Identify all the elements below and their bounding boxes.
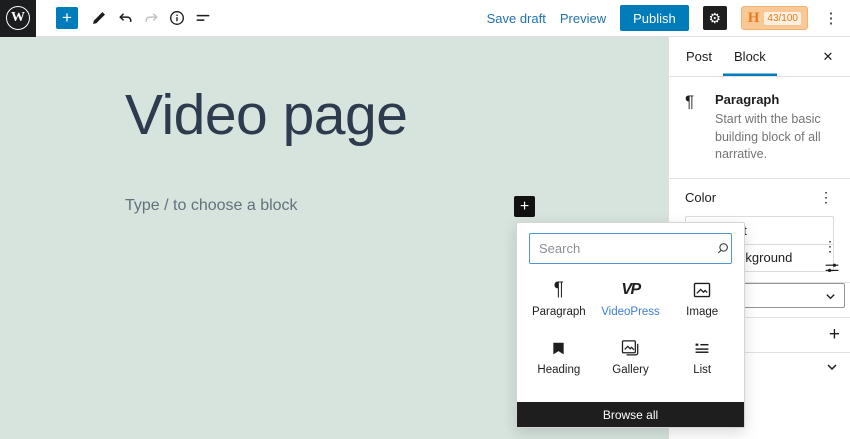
search-input[interactable] — [539, 241, 715, 256]
more-vertical-icon: ⋮ — [819, 189, 833, 205]
wordpress-editor: W + Save draft Preview Publish ⚙ H 43/10… — [0, 0, 850, 439]
sidebar-tabs: Post Block ✕ — [669, 37, 850, 77]
save-draft-button[interactable]: Save draft — [487, 11, 546, 26]
headline-score-value: 43/100 — [764, 11, 801, 25]
more-vertical-icon: ⋮ — [823, 10, 839, 27]
block-label: Image — [686, 306, 719, 318]
block-inserter-button[interactable]: + — [514, 195, 535, 217]
typography-options-button[interactable]: ⋮ — [822, 238, 838, 255]
list-icon — [691, 335, 713, 361]
block-label: Paragraph — [531, 306, 586, 318]
color-panel-heading: Color — [685, 190, 717, 205]
headline-h-icon: H — [747, 9, 760, 26]
publish-button[interactable]: Publish — [620, 5, 689, 31]
typography-settings-button[interactable] — [824, 260, 840, 276]
block-info-card: ¶ Paragraph Start with the basic buildin… — [669, 77, 850, 179]
tab-block[interactable]: Block — [723, 37, 777, 76]
options-menu-button[interactable]: ⋮ — [822, 9, 840, 27]
list-view-icon — [194, 9, 212, 27]
plus-icon: + — [62, 8, 72, 27]
chevron-down-icon — [826, 361, 838, 373]
close-icon: ✕ — [822, 49, 834, 64]
undo-button[interactable] — [112, 5, 138, 31]
wordpress-w-icon: W — [6, 6, 30, 30]
block-label: VideoPress — [601, 306, 660, 318]
topbar-actions: Save draft Preview Publish ⚙ H 43/100 ⋮ — [487, 5, 850, 31]
preview-button[interactable]: Preview — [560, 11, 606, 26]
videopress-icon: VP — [621, 281, 641, 298]
paragraph-placeholder[interactable]: Type / to choose a block — [125, 197, 298, 215]
pencil-icon — [90, 9, 108, 27]
tab-post[interactable]: Post — [675, 37, 723, 76]
block-option-gallery[interactable]: Gallery — [595, 335, 667, 381]
post-title[interactable]: Video page — [125, 82, 545, 148]
heading-icon — [551, 335, 566, 361]
image-icon — [691, 277, 713, 303]
gear-icon: ⚙ — [708, 10, 722, 26]
list-view-button[interactable] — [190, 5, 216, 31]
dimensions-add-button[interactable]: + — [829, 324, 840, 346]
block-inserter-popup: ¶ Paragraph VP VideoPress Image Heading — [516, 222, 745, 428]
empty-paragraph-block: Type / to choose a block + — [125, 195, 535, 217]
paragraph-icon: ¶ — [685, 92, 695, 111]
redo-icon — [142, 9, 161, 28]
browse-all-button[interactable]: Browse all — [517, 402, 744, 427]
block-option-image[interactable]: Image — [666, 277, 738, 323]
sliders-icon — [824, 260, 840, 276]
info-icon — [168, 9, 186, 27]
undo-icon — [116, 9, 135, 28]
advanced-panel-toggle[interactable] — [826, 361, 838, 373]
search-box — [529, 233, 732, 264]
search-icon — [715, 241, 730, 256]
plus-icon: + — [519, 197, 530, 215]
details-button[interactable] — [164, 5, 190, 31]
toggle-block-inserter-button[interactable]: + — [56, 7, 78, 29]
block-option-list[interactable]: List — [666, 335, 738, 381]
more-vertical-icon: ⋮ — [823, 238, 837, 254]
block-card-title: Paragraph — [715, 92, 780, 107]
block-card-description: Start with the basic building block of a… — [715, 112, 821, 161]
wordpress-logo[interactable]: W — [0, 0, 36, 37]
close-sidebar-button[interactable]: ✕ — [816, 37, 840, 77]
block-label: Heading — [537, 364, 581, 376]
chevron-down-icon — [825, 291, 836, 302]
block-option-videopress[interactable]: VP VideoPress — [595, 277, 667, 323]
headline-score-badge[interactable]: H 43/100 — [740, 6, 808, 30]
block-option-heading[interactable]: Heading — [523, 335, 595, 381]
plus-icon: + — [828, 324, 840, 345]
settings-button[interactable]: ⚙ — [702, 6, 727, 30]
block-grid: ¶ Paragraph VP VideoPress Image Heading — [523, 277, 738, 381]
paragraph-icon: ¶ — [553, 279, 564, 300]
block-option-paragraph[interactable]: ¶ Paragraph — [523, 277, 595, 323]
editor-topbar: W + Save draft Preview Publish ⚙ H 43/10… — [0, 0, 850, 37]
color-options-button[interactable]: ⋮ — [818, 189, 834, 206]
block-label: Gallery — [612, 364, 649, 376]
edit-mode-button[interactable] — [86, 5, 112, 31]
redo-button[interactable] — [138, 5, 164, 31]
block-label: List — [693, 364, 712, 376]
toolbar-tools — [86, 5, 216, 31]
gallery-icon — [619, 335, 641, 361]
